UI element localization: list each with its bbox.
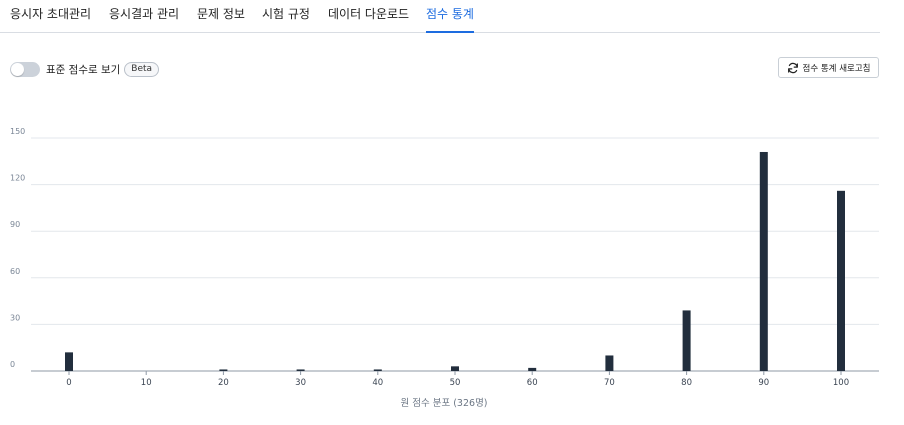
tab-score-statistics[interactable]: 점수 통계 — [426, 6, 474, 33]
score-distribution-chart: 0 30 60 90 120 150 0 10 20 30 40 50 60 70 80 90 100 원 점수 … — [10, 127, 879, 409]
refresh-icon — [787, 62, 798, 73]
tab-exam-rules[interactable]: 시험 규정 — [262, 6, 310, 32]
standard-score-toggle-row: 표준 점수로 보기 Beta — [10, 61, 160, 77]
bar — [759, 151, 768, 371]
x-tick-label: 0 — [66, 378, 71, 388]
x-tick-label: 90 — [758, 378, 769, 388]
bar — [65, 352, 73, 371]
bar — [605, 355, 614, 371]
x-tick-label: 40 — [372, 378, 383, 388]
bar — [682, 310, 691, 371]
toggle-knob — [11, 62, 24, 76]
y-tick-label: 60 — [10, 267, 20, 276]
bar — [837, 190, 845, 371]
y-tick-label: 0 — [10, 360, 15, 369]
bar — [451, 366, 459, 371]
y-tick-label: 150 — [10, 127, 25, 136]
bar — [219, 369, 228, 371]
tab-data-download[interactable]: 데이터 다운로드 — [328, 6, 409, 32]
x-axis-title: 원 점수 분포 (326명) — [400, 397, 487, 409]
bar — [373, 369, 382, 371]
x-tick-label: 50 — [450, 378, 461, 388]
x-tick-label: 10 — [141, 378, 152, 388]
x-tick-label: 70 — [604, 378, 615, 388]
bar — [296, 369, 305, 371]
refresh-button-label: 점수 통계 새로고침 — [802, 63, 871, 74]
standard-score-label: 표준 점수로 보기 — [46, 63, 121, 76]
x-tick-label: 20 — [218, 378, 229, 388]
standard-score-toggle[interactable] — [10, 61, 40, 77]
x-tick-label: 100 — [833, 378, 849, 388]
x-tick-label: 80 — [681, 378, 692, 388]
tab-question-info[interactable]: 문제 정보 — [197, 6, 245, 32]
tab-invite-management[interactable]: 응시자 초대관리 — [10, 6, 91, 32]
y-tick-label: 30 — [10, 313, 20, 322]
x-tick-label: 30 — [295, 378, 306, 388]
beta-badge: Beta — [124, 61, 160, 77]
y-tick-label: 120 — [10, 174, 25, 183]
refresh-statistics-button[interactable]: 점수 통계 새로고침 — [778, 57, 879, 78]
y-tick-label: 90 — [10, 220, 20, 229]
tab-result-management[interactable]: 응시결과 관리 — [109, 6, 179, 32]
x-tick-label: 60 — [527, 378, 538, 388]
bar — [528, 367, 537, 371]
tab-bar: 응시자 초대관리 응시결과 관리 문제 정보 시험 규정 데이터 다운로드 점수… — [0, 0, 880, 33]
